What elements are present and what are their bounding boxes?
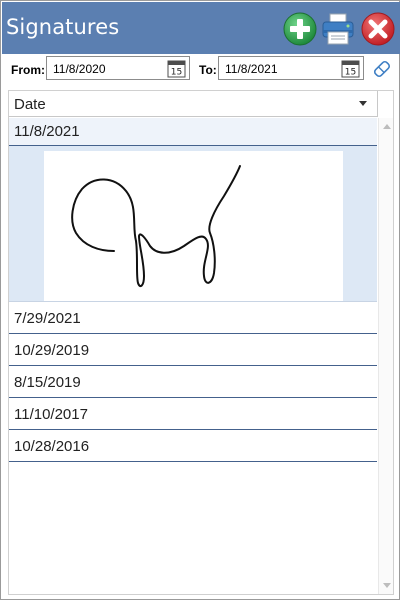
to-date-field[interactable]: 11/8/2021 15 — [218, 56, 364, 80]
row-date: 10/28/2016 — [14, 438, 90, 455]
row-date: 11/10/2017 — [14, 406, 88, 423]
table-row[interactable]: 11/10/2017 — [9, 398, 377, 430]
row-date: 10/29/2019 — [14, 342, 90, 359]
calendar-day-text: 15 — [345, 68, 356, 78]
printer-icon — [322, 13, 354, 45]
signature-image — [44, 151, 343, 301]
date-range-filter: From: 11/8/2020 15 To: 11/8/2021 15 — [1, 55, 400, 83]
column-header-date[interactable]: Date — [9, 91, 377, 117]
row-date: 7/29/2021 — [14, 310, 81, 327]
calendar-day-text: 15 — [171, 68, 182, 78]
from-date-value: 11/8/2020 — [53, 62, 106, 76]
vertical-scrollbar[interactable] — [378, 118, 393, 594]
calendar-icon[interactable]: 15 — [341, 59, 360, 78]
scroll-up-arrow-icon[interactable] — [383, 124, 391, 129]
from-date-field[interactable]: 11/8/2020 15 — [46, 56, 190, 80]
add-signature-button[interactable] — [283, 12, 317, 46]
signatures-grid: Date 11/8/2021 7/29/2021 10/29/2019 8/15… — [8, 90, 394, 595]
table-row[interactable]: 10/29/2019 — [9, 334, 377, 366]
column-header-label: Date — [14, 96, 46, 113]
table-row[interactable]: 8/15/2019 — [9, 366, 377, 398]
eraser-icon[interactable] — [371, 58, 393, 80]
scroll-down-arrow-icon[interactable] — [383, 583, 391, 588]
sort-dropdown-icon[interactable] — [359, 101, 367, 106]
table-row[interactable]: 7/29/2021 — [9, 302, 377, 334]
close-circle-icon — [361, 12, 395, 46]
to-label: To: — [199, 63, 217, 77]
column-divider — [377, 91, 378, 117]
signature-preview-panel — [9, 146, 377, 302]
row-date: 11/8/2021 — [14, 123, 80, 140]
signatures-window: Signatures From: 11/8/2020 15 To: 11/8/2… — [0, 0, 400, 600]
row-date: 8/15/2019 — [14, 374, 81, 391]
to-date-value: 11/8/2021 — [225, 62, 278, 76]
calendar-icon[interactable]: 15 — [167, 59, 186, 78]
from-label: From: — [11, 63, 45, 77]
table-row[interactable]: 10/28/2016 — [9, 430, 377, 462]
header-bar: Signatures — [2, 2, 400, 54]
table-row-selected[interactable]: 11/8/2021 — [9, 118, 377, 146]
close-button[interactable] — [361, 12, 395, 46]
plus-circle-icon — [283, 12, 317, 46]
page-title: Signatures — [6, 15, 120, 39]
print-button[interactable] — [321, 12, 355, 46]
